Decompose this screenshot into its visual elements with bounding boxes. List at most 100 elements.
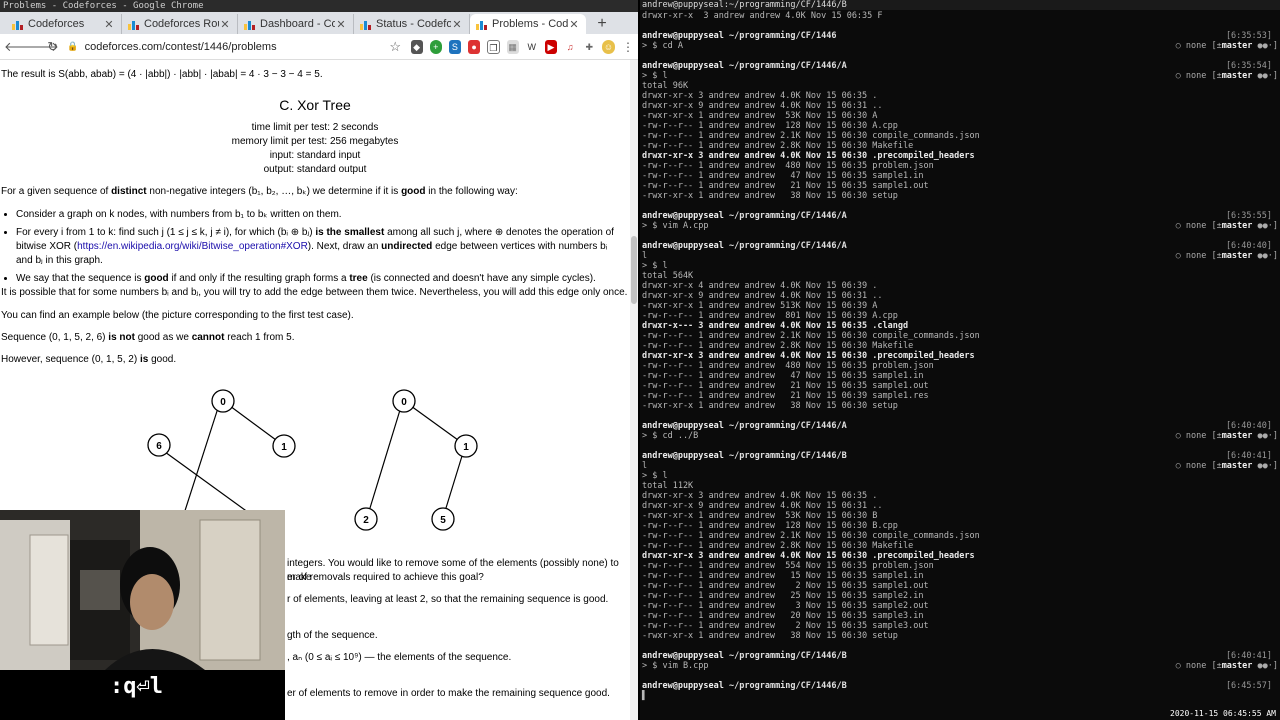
graph-node-label: 5 [440, 515, 446, 526]
w-extension-icon[interactable]: W [525, 39, 538, 54]
seq-bad: Sequence (0, 1, 5, 2, 6) is not good as … [1, 331, 629, 345]
time-limit: time limit per test: 2 seconds [251, 122, 379, 133]
prompt-user: andrew@puppyseal [642, 241, 724, 251]
page-scrollbar[interactable] [630, 60, 638, 720]
browser-toolbar: 🡐 🡒 ↻ 🔒 codeforces.com/contest/1446/prob… [0, 34, 638, 60]
music-extension-icon[interactable]: ♫ [564, 39, 577, 54]
terminal-line: drwxr-xr-x 3 andrew andrew 4.0K Nov 15 0… [642, 151, 975, 161]
text: is the smallest [315, 227, 385, 238]
terminal-line: -rw-r--r-- 1 andrew andrew 2.1K Nov 15 0… [642, 331, 980, 341]
menu-icon[interactable]: ⋮ [622, 40, 634, 54]
terminal-line: -rwxr-xr-x 1 andrew andrew 38 Nov 15 06:… [642, 401, 898, 411]
grid-extension-icon[interactable]: ▦ [506, 39, 519, 54]
text-fragment: er of elements to remove in order to mak… [287, 688, 610, 699]
tab-problems[interactable]: Problems - Cod ✕ [470, 14, 586, 34]
copy-extension-icon[interactable]: ❐ [487, 39, 500, 54]
list-item: For every i from 1 to k: find such j (1 … [16, 226, 626, 268]
terminal-line: -rw-r--r-- 1 andrew andrew 801 Nov 15 06… [642, 311, 898, 321]
text: tree [349, 273, 368, 284]
reload-button[interactable]: ↻ [44, 37, 61, 57]
bookmark-star-icon[interactable]: ☆ [389, 39, 401, 55]
tab-codeforces-round[interactable]: Codeforces Rou ✕ [122, 14, 238, 34]
tab-strip: Codeforces ✕ Codeforces Rou ✕ Dashboard … [0, 12, 638, 34]
shell-prompt: andrew@puppyseal ~/programming/CF/1446/A… [642, 211, 1272, 221]
terminal-line: ▌ [642, 691, 648, 701]
terminal-line: -rw-r--r-- 1 andrew andrew 2.8K Nov 15 0… [642, 141, 914, 151]
terminal-line: -rwxr-xr-x 1 andrew andrew 513K Nov 15 0… [642, 301, 878, 311]
prompt-path: ~/programming/CF/1446/B [723, 681, 847, 691]
close-icon[interactable]: ✕ [103, 18, 115, 31]
terminal-line: -rw-r--r-- 1 andrew andrew 21 Nov 15 06:… [642, 391, 929, 401]
codeforces-icon [476, 19, 487, 30]
close-icon[interactable]: ✕ [451, 18, 463, 31]
tab-dashboard[interactable]: Dashboard - Co ✕ [238, 14, 354, 34]
tab-codeforces[interactable]: Codeforces ✕ [6, 14, 122, 34]
avatar[interactable]: ☺ [602, 39, 615, 54]
prompt-time: [6:40:41] [1225, 451, 1272, 461]
new-tab-button[interactable]: + [592, 14, 612, 34]
graph-edge [410, 405, 459, 441]
seq-good: However, sequence (0, 1, 5, 2) is good. [1, 353, 629, 367]
url-text: codeforces.com/contest/1446/problems [84, 40, 277, 53]
shield-extension-icon[interactable]: ◆ [410, 39, 423, 54]
scrollbar-thumb[interactable] [631, 236, 637, 304]
terminal-line: drwxr-xr-x 3 andrew andrew 4.0K Nov 15 0… [642, 551, 975, 561]
close-icon[interactable]: ✕ [219, 18, 231, 31]
result-line: The result is S(abb, abab) = (4 · |abb|)… [1, 69, 323, 80]
back-button[interactable]: 🡐 [4, 37, 39, 57]
terminal-line: -rw-r--r-- 1 andrew andrew 480 Nov 15 06… [642, 361, 934, 371]
prompt-path: ~/programming/CF/1446/A [723, 211, 847, 221]
prompt-path: ~/programming/CF/1446/A [723, 241, 847, 251]
prompt-user: andrew@puppyseal [642, 651, 724, 661]
text: good. [151, 354, 177, 365]
prompt-path: ~/programming/CF/1446/A [723, 61, 847, 71]
codeforces-icon [12, 19, 23, 30]
tab-status[interactable]: Status - Codefo ✕ [354, 14, 470, 34]
terminal-line: -rwxr-xr-x 1 andrew andrew 38 Nov 15 06:… [642, 631, 898, 641]
terminal-line: -rw-r--r-- 1 andrew andrew 20 Nov 15 06:… [642, 611, 924, 621]
webcam-overlay: :q⏎l [0, 510, 285, 720]
puzzle-extension-icon[interactable]: ✚ [583, 39, 596, 54]
prompt-user: andrew@puppyseal [642, 681, 724, 691]
browser-window: Problems - Codeforces - Google Chrome Co… [0, 0, 638, 720]
close-icon[interactable]: ✕ [568, 18, 580, 31]
terminal-line: drwxr-xr-x 3 andrew andrew 4.0K Nov 15 0… [642, 491, 878, 501]
text: For every i from 1 to k: find such j (1 … [16, 227, 313, 238]
xor-link[interactable]: https://en.wikipedia.org/wiki/Bitwise_op… [77, 241, 308, 252]
terminal-line: drwxr-xr-x 9 andrew andrew 4.0K Nov 15 0… [642, 291, 883, 301]
terminal-line: drwxr-xr-x 4 andrew andrew 4.0K Nov 15 0… [642, 281, 878, 291]
graph-node-label: 0 [220, 397, 226, 408]
shell-prompt: andrew@puppyseal ~/programming/CF/1446/A… [642, 241, 1272, 251]
terminal-window[interactable]: andrew@puppyseal:~/programming/CF/1446/B… [640, 0, 1280, 720]
problem-intro: For a given sequence of distinct non-neg… [1, 185, 629, 199]
window-title: Problems - Codeforces - Google Chrome [0, 0, 638, 12]
text: cannot [191, 332, 225, 343]
tab-label: Codeforces Rou [144, 18, 219, 30]
plus-extension-icon[interactable]: + [429, 39, 442, 54]
terminal-line: > $ cd A [642, 41, 683, 51]
list-item: Consider a graph on k nodes, with number… [16, 208, 626, 222]
tab-label: Problems - Cod [492, 18, 568, 30]
terminal-line: -rw-r--r-- 1 andrew andrew 15 Nov 15 06:… [642, 571, 924, 581]
s-extension-icon[interactable]: S [448, 39, 461, 54]
video-extension-icon[interactable]: ▶ [544, 39, 558, 54]
terminal-line: -rw-r--r-- 1 andrew andrew 128 Nov 15 06… [642, 121, 898, 131]
terminal-line: > $ vim B.cpp [642, 661, 709, 671]
terminal-line: -rw-r--r-- 1 andrew andrew 3 Nov 15 06:3… [642, 601, 929, 611]
camera-extension-icon[interactable]: ● [467, 39, 481, 54]
prompt-time: [6:35:55] [1225, 211, 1272, 221]
terminal-line: drwxr-xr-x 9 andrew andrew 4.0K Nov 15 0… [642, 101, 883, 111]
para-example: You can find an example below (the pictu… [1, 310, 354, 321]
forward-button[interactable]: 🡒 [24, 37, 59, 57]
address-bar[interactable]: 🔒 codeforces.com/contest/1446/problems [67, 37, 383, 57]
prompt-time: [6:45:57] [1225, 681, 1272, 691]
terminal-line: total 96K [642, 81, 689, 91]
text: For a given sequence of [1, 186, 109, 197]
close-icon[interactable]: ✕ [335, 18, 347, 31]
terminal-line: drwxr-xr-x 9 andrew andrew 4.0K Nov 15 0… [642, 501, 883, 511]
tab-label: Codeforces [28, 18, 85, 30]
tab-label: Dashboard - Co [260, 18, 335, 30]
